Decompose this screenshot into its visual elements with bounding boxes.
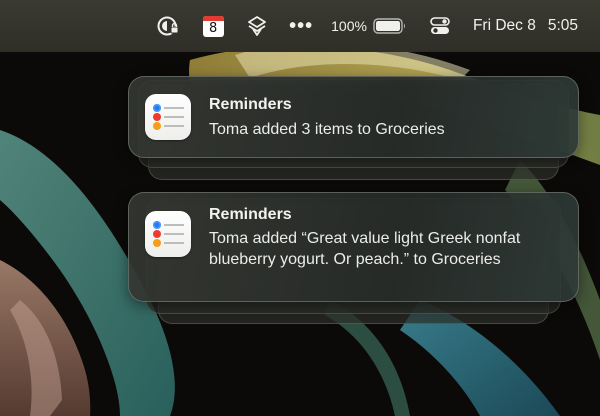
menu-bar: 8 ••• 100% Fri Dec 8 5:05: [0, 0, 600, 52]
calendar-day: 8: [209, 20, 218, 36]
notification-message: Toma added “Great value light Greek nonf…: [209, 230, 521, 268]
battery-percent: 100%: [331, 18, 367, 34]
notification-message: Toma added 3 items to Groceries: [209, 121, 445, 138]
focus-mode-icon[interactable]: [155, 11, 181, 41]
notification-card[interactable]: Reminders Toma added “Great value light …: [128, 192, 579, 302]
notification-app-name: Reminders: [209, 206, 292, 223]
notification-card[interactable]: Reminders Toma added 3 items to Grocerie…: [128, 76, 579, 158]
calendar-icon[interactable]: 8: [201, 11, 225, 41]
menubar-date[interactable]: Fri Dec 8: [473, 11, 536, 41]
control-center-icon[interactable]: [429, 11, 451, 41]
battery-icon[interactable]: [373, 11, 407, 41]
menubar-time[interactable]: 5:05: [548, 11, 578, 41]
reminders-app-icon: [145, 211, 191, 257]
more-icon[interactable]: •••: [289, 11, 313, 41]
reminders-app-icon: [145, 94, 191, 140]
calendar-icon-glyph: 8: [202, 15, 224, 37]
notification-app-name: Reminders: [209, 96, 292, 113]
layers-icon[interactable]: [245, 11, 269, 41]
